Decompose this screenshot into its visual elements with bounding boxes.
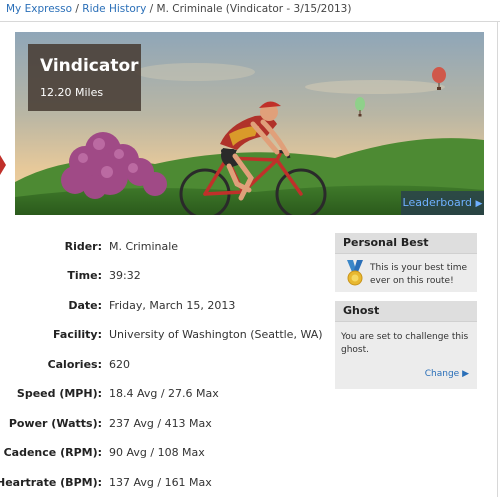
detail-row-speed: Speed (MPH): 18.4 Avg / 27.6 Max <box>0 383 330 403</box>
personal-best-text: This is your best time ever on this rout… <box>370 263 468 286</box>
detail-row-facility: Facility: University of Washington (Seat… <box>0 324 330 344</box>
detail-label: Calories: <box>47 358 102 371</box>
detail-row-heartrate: Heartrate (BPM): 137 Avg / 161 Max <box>0 472 330 492</box>
detail-row-time: Time: 39:32 <box>0 265 330 285</box>
breadcrumb: My Expresso / Ride History / M. Criminal… <box>6 3 351 15</box>
route-distance: 12.20 Miles <box>40 86 104 99</box>
detail-row-calories: Calories: 620 <box>0 354 330 374</box>
detail-value: 39:32 <box>109 269 141 282</box>
change-ghost-link[interactable]: Change ▶ <box>425 369 469 379</box>
header-divider <box>0 21 500 22</box>
detail-value: M. Criminale <box>109 240 179 253</box>
leaderboard-label: Leaderboard <box>402 196 473 209</box>
detail-row-cadence: Cadence (RPM): 90 Avg / 108 Max <box>0 442 330 462</box>
detail-row-date: Date: Friday, March 15, 2013 <box>0 295 330 315</box>
breadcrumb-history-link[interactable]: Ride History <box>82 3 146 15</box>
route-hero: Vindicator 12.20 Miles Leaderboard ▶ <box>15 32 484 215</box>
personal-best-panel: Personal Best This is your best time eve… <box>335 233 477 292</box>
detail-value: 620 <box>109 358 130 371</box>
detail-label: Heartrate (BPM): <box>0 476 102 489</box>
play-arrow-icon: ▶ <box>462 369 469 379</box>
route-title-box: Vindicator 12.20 Miles <box>28 44 141 111</box>
medal-icon <box>347 260 363 286</box>
change-label: Change <box>424 369 460 379</box>
personal-best-header: Personal Best <box>335 233 477 254</box>
detail-label: Rider: <box>64 240 102 253</box>
right-divider <box>497 21 498 497</box>
detail-row-rider: Rider: M. Criminale <box>0 236 330 256</box>
detail-label: Speed (MPH): <box>16 387 102 400</box>
detail-value: 90 Avg / 108 Max <box>109 446 205 459</box>
detail-label: Power (Watts): <box>8 417 102 430</box>
detail-value: University of Washington (Seattle, WA) <box>109 328 323 341</box>
breadcrumb-home-link[interactable]: My Expresso <box>6 3 72 15</box>
detail-label: Date: <box>68 299 102 312</box>
detail-label: Cadence (RPM): <box>3 446 102 459</box>
detail-label: Time: <box>67 269 102 282</box>
previous-arrow-icon[interactable] <box>0 155 6 175</box>
breadcrumb-current: M. Criminale (Vindicator - 3/15/2013) <box>156 3 352 15</box>
detail-row-power: Power (Watts): 237 Avg / 413 Max <box>0 413 330 433</box>
detail-value: 237 Avg / 413 Max <box>109 417 212 430</box>
ghost-panel: Ghost You are set to challenge this ghos… <box>335 301 477 389</box>
detail-label: Facility: <box>53 328 102 341</box>
route-name: Vindicator <box>40 56 139 76</box>
leaderboard-button[interactable]: Leaderboard ▶ <box>401 191 484 215</box>
detail-value: 18.4 Avg / 27.6 Max <box>109 387 219 400</box>
ghost-text: You are set to challenge this ghost. <box>341 332 469 355</box>
detail-value: 137 Avg / 161 Max <box>109 476 212 489</box>
breadcrumb-separator: / <box>149 3 157 15</box>
detail-value: Friday, March 15, 2013 <box>109 299 236 312</box>
ghost-header: Ghost <box>335 301 477 322</box>
play-arrow-icon: ▶ <box>475 199 483 209</box>
